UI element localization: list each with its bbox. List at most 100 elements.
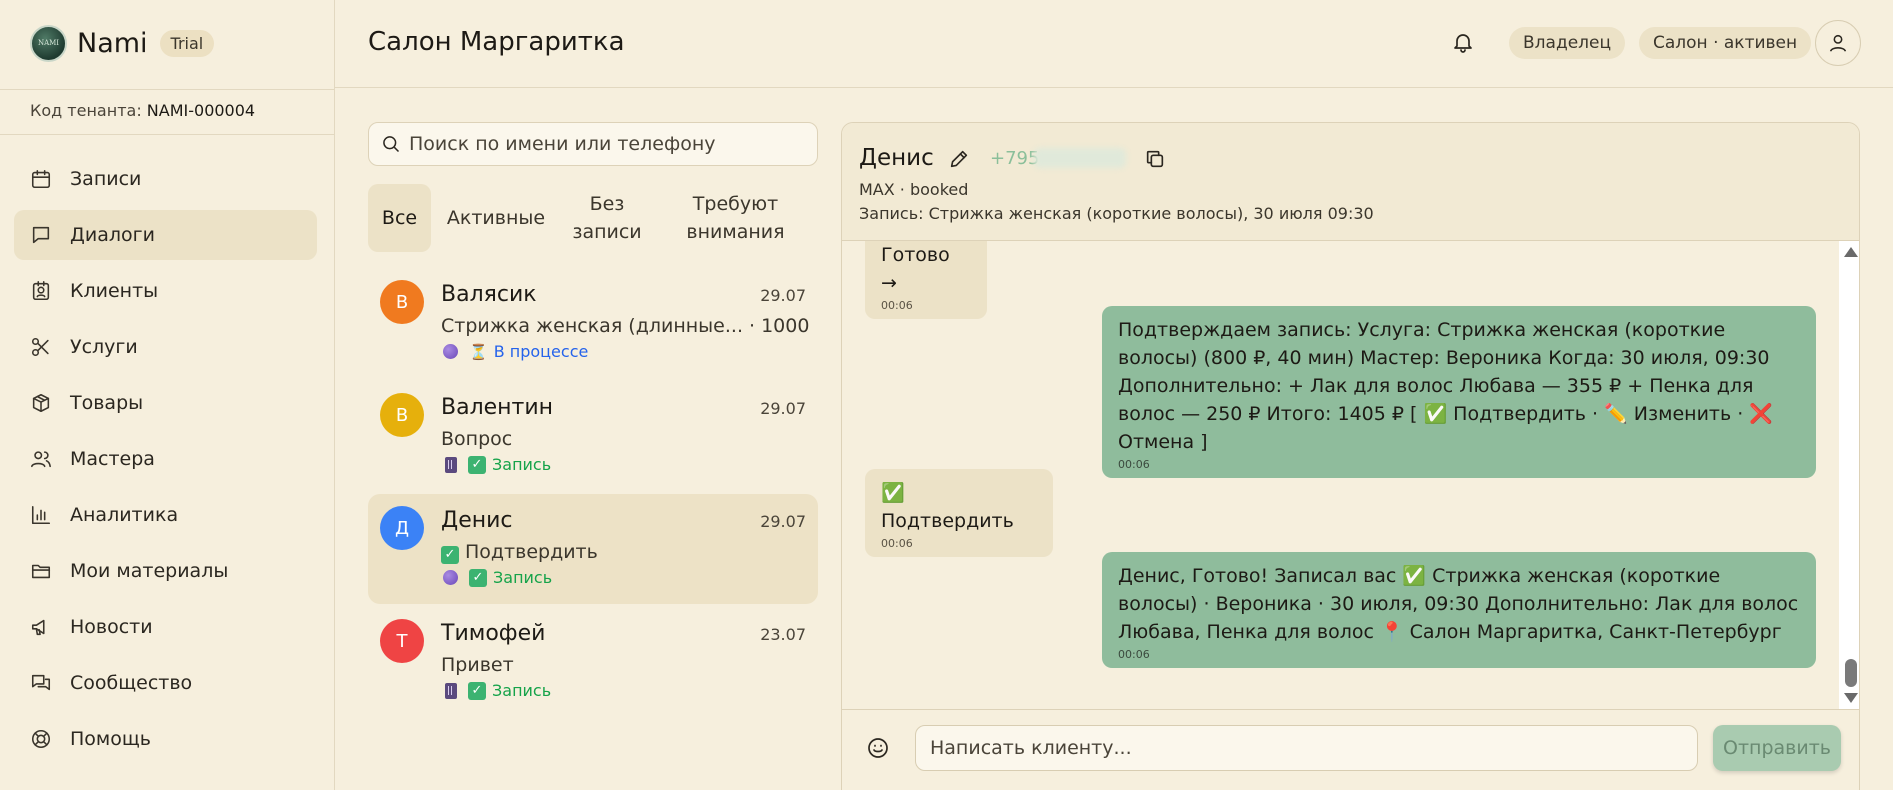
nav-item-bookings[interactable]: Записи bbox=[14, 154, 317, 204]
message-time: 00:06 bbox=[881, 537, 913, 550]
dialog-date: 29.07 bbox=[760, 286, 806, 305]
dialog-search[interactable] bbox=[368, 122, 818, 166]
search-input[interactable] bbox=[409, 133, 809, 155]
dialog-name: Тимофей bbox=[441, 621, 546, 646]
status-label: Запись bbox=[493, 568, 553, 587]
sidebar: NAMI Nami Trial Код тенанта: NAMI-000004… bbox=[0, 0, 335, 790]
search-icon bbox=[383, 136, 400, 153]
message-time: 00:06 bbox=[881, 299, 913, 312]
notifications-button[interactable] bbox=[1451, 30, 1477, 56]
message-incoming: Готово → 00:06 bbox=[865, 241, 987, 319]
user-icon bbox=[1829, 34, 1847, 52]
megaphone-icon bbox=[31, 619, 45, 636]
message-incoming: ✅ Подтвердить 00:06 bbox=[865, 469, 1053, 557]
box-icon bbox=[32, 393, 50, 413]
dialog-preview: Привет bbox=[441, 654, 514, 676]
nav-item-dialogs[interactable]: Диалоги bbox=[14, 210, 317, 260]
chat-panel: Денис +795 MAX · booked Запись: Стрижка … bbox=[841, 122, 1860, 790]
dialog-item[interactable]: В Валясик 29.07 Стрижка женская (длинные… bbox=[368, 268, 818, 378]
message-text: Подтверждаем запись: Услуга: Стрижка жен… bbox=[1118, 319, 1773, 453]
dialog-item[interactable]: В Валентин 29.07 Вопрос ✓ Запись bbox=[368, 381, 818, 491]
dialog-preview: Стрижка женская (длинные... · 1000 ₽ ·..… bbox=[441, 315, 809, 337]
tenant-label: Код тенанта: bbox=[30, 101, 142, 120]
nav-item-masters[interactable]: Мастера bbox=[14, 434, 317, 484]
status-label: В процессе bbox=[493, 342, 589, 361]
message-text: ✅ Подтвердить bbox=[881, 482, 1014, 532]
logo-text: NAMI bbox=[37, 38, 60, 47]
message-input[interactable] bbox=[915, 725, 1698, 771]
booking-summary: Запись: Стрижка женская (короткие волосы… bbox=[859, 204, 1374, 223]
scroll-up-arrow-icon[interactable] bbox=[1844, 247, 1858, 257]
trial-badge: Trial bbox=[159, 29, 215, 57]
nav-label: Мастера bbox=[70, 448, 155, 470]
dialog-item-selected[interactable]: Д Денис 29.07 ✓ Подтвердить ✓ Запись bbox=[368, 494, 818, 604]
nav-label: Записи bbox=[70, 168, 142, 190]
filter-active[interactable]: Активные bbox=[431, 184, 561, 252]
scissors-icon bbox=[31, 337, 49, 357]
role-badge: Владелец bbox=[1509, 27, 1626, 59]
message-text: Денис, Готово! Записал вас ✅ Стрижка жен… bbox=[1118, 565, 1799, 643]
dialog-date: 29.07 bbox=[760, 512, 806, 531]
message-outgoing: Денис, Готово! Записал вас ✅ Стрижка жен… bbox=[1102, 552, 1816, 668]
tenant-code: Код тенанта: NAMI-000004 bbox=[0, 89, 335, 135]
emoji-button[interactable] bbox=[866, 736, 890, 760]
nav-label: Мои материалы bbox=[70, 560, 229, 582]
dialog-filters: Все Активные Без записи Требуют внимания bbox=[368, 184, 818, 252]
brand[interactable]: NAMI Nami Trial bbox=[30, 24, 215, 62]
scroll-down-arrow-icon[interactable] bbox=[1844, 693, 1858, 703]
scroll-thumb[interactable] bbox=[1845, 659, 1857, 687]
bell-icon bbox=[1454, 34, 1472, 53]
nav-label: Помощь bbox=[70, 728, 151, 750]
dialog-status: ✓ Запись bbox=[443, 681, 551, 700]
status-label: Запись bbox=[492, 681, 552, 700]
phone-blurred bbox=[1034, 148, 1126, 168]
max-channel-icon bbox=[443, 570, 458, 585]
avatar: Д bbox=[380, 506, 424, 550]
dialog-name: Валясик bbox=[441, 282, 537, 307]
chat-scrollbar[interactable] bbox=[1839, 241, 1859, 709]
phone-channel-icon bbox=[445, 456, 457, 473]
filter-no-booking[interactable]: Без записи bbox=[561, 184, 653, 252]
dialog-date: 29.07 bbox=[760, 399, 806, 418]
nav-item-news[interactable]: Новости bbox=[14, 602, 317, 652]
check-icon: ✓ bbox=[441, 545, 459, 564]
dialog-date: 23.07 bbox=[760, 625, 806, 644]
dialog-name: Валентин bbox=[441, 395, 554, 420]
filter-all[interactable]: Все bbox=[368, 184, 431, 252]
nav-item-community[interactable]: Сообщество bbox=[14, 658, 317, 708]
top-header: Салон Маргаритка Владелец Салон · активе… bbox=[335, 0, 1893, 88]
message-list[interactable]: Готово → 00:06 Подтверждаем запись: Услу… bbox=[842, 241, 1859, 709]
nav-item-help[interactable]: Помощь bbox=[14, 714, 317, 764]
phone-channel-icon bbox=[445, 682, 457, 699]
calendar-icon bbox=[31, 169, 51, 189]
brand-name: Nami bbox=[77, 27, 148, 59]
client-badge-icon bbox=[32, 281, 50, 301]
dialog-status: ✓ Запись bbox=[443, 455, 551, 474]
dialog-preview: Вопрос bbox=[441, 428, 513, 450]
avatar: В bbox=[380, 280, 424, 324]
edit-name-button[interactable] bbox=[948, 148, 970, 170]
nav-item-materials[interactable]: Мои материалы bbox=[14, 546, 317, 596]
message-outgoing: Подтверждаем запись: Услуга: Стрижка жен… bbox=[1102, 306, 1816, 478]
filter-needs-attention[interactable]: Требуют внимания bbox=[653, 184, 818, 252]
nav-item-analytics[interactable]: Аналитика bbox=[14, 490, 317, 540]
dialog-name: Денис bbox=[441, 508, 513, 533]
avatar: В bbox=[380, 393, 424, 437]
copy-phone-button[interactable] bbox=[1144, 148, 1166, 170]
check-icon: ✓ bbox=[468, 455, 486, 474]
hourglass-icon: ⏳ bbox=[469, 342, 488, 361]
nav-item-products[interactable]: Товары bbox=[14, 378, 317, 428]
nav-item-services[interactable]: Услуги bbox=[14, 322, 317, 372]
nav-item-clients[interactable]: Клиенты bbox=[14, 266, 317, 316]
nav-label: Диалоги bbox=[70, 224, 155, 246]
nav-label: Аналитика bbox=[70, 504, 179, 526]
send-button[interactable]: Отправить bbox=[1713, 725, 1841, 771]
page-title: Салон Маргаритка bbox=[368, 27, 625, 57]
user-menu-button[interactable] bbox=[1815, 20, 1861, 66]
salon-status-badge: Салон · активен bbox=[1639, 27, 1812, 59]
dialog-item[interactable]: Т Тимофей 23.07 Привет ✓ Запись bbox=[368, 607, 818, 717]
check-icon: ✓ bbox=[469, 568, 487, 587]
smiley-icon bbox=[868, 738, 888, 758]
bar-chart-icon bbox=[31, 505, 51, 525]
dialog-list: В Валясик 29.07 Стрижка женская (длинные… bbox=[368, 268, 818, 720]
